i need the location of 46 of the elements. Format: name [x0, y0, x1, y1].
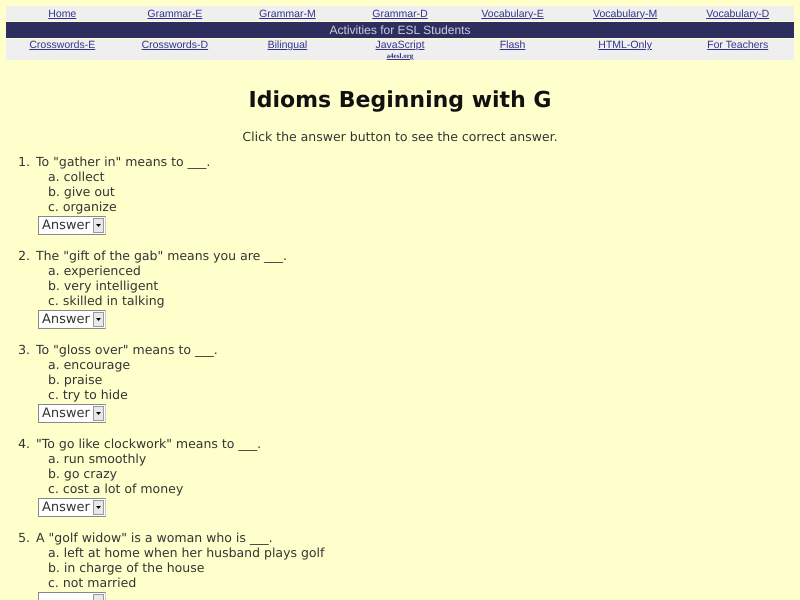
nav-link[interactable]: Flash [500, 39, 526, 51]
answer-dropdown[interactable]: Answer [38, 498, 106, 517]
answer-option: c. cost a lot of money [48, 481, 184, 496]
question-number: 2. [17, 248, 31, 265]
answer-option: a. left at home when her husband plays golf [48, 545, 324, 560]
answer-option: b. go crazy [48, 466, 118, 481]
nav-link[interactable]: Grammar-M [259, 8, 316, 20]
question-number: 3. [17, 342, 31, 359]
nav-link[interactable]: Grammar-D [372, 8, 428, 20]
answer-dropdown[interactable]: Answer [38, 310, 106, 329]
answer-dropdown[interactable]: Answer [38, 216, 106, 235]
answer-option: a. encourage [48, 357, 130, 372]
answer-option: b. in charge of the house [48, 560, 204, 575]
nav-link[interactable]: Home [48, 8, 76, 20]
question-number: 1. [17, 154, 31, 171]
question-text: The "gift of the gab" means you are ___. [36, 248, 287, 263]
nav-link[interactable]: Grammar-E [147, 8, 202, 20]
answer-option: c. not married [48, 575, 136, 590]
answer-option: b. very intelligent [48, 278, 158, 293]
page-title: Idioms Beginning with G [248, 88, 552, 113]
nav-link[interactable]: Vocabulary-E [481, 8, 544, 20]
answer-option: a. experienced [48, 263, 141, 278]
nav-link[interactable]: Crosswords-D [142, 39, 208, 51]
nav-link[interactable]: JavaScript [375, 39, 424, 51]
question-text: "To go like clockwork" means to ___. [36, 436, 262, 451]
answer-option: a. collect [48, 169, 105, 184]
nav-link[interactable]: Bilingual [268, 39, 308, 51]
question-number: 4. [17, 436, 31, 453]
answer-option: c. skilled in talking [48, 293, 165, 308]
instruction-text: Click the answer button to see the correct answer. [241, 129, 559, 144]
answer-option: b. praise [48, 372, 102, 387]
answer-option: c. organize [48, 199, 117, 214]
banner: Activities for ESL Students [6, 22, 794, 38]
answer-option: a. run smoothly [48, 451, 146, 466]
answer-dropdown[interactable]: Answer [38, 404, 106, 423]
answer-option: c. try to hide [48, 387, 128, 402]
answer-option: b. give out [48, 184, 115, 199]
question-text: To "gather in" means to ___. [36, 154, 210, 169]
question-text: A "golf widow" is a woman who is ___. [36, 530, 273, 545]
nav-link[interactable]: Vocabulary-M [593, 8, 658, 20]
nav-link[interactable]: For Teachers [707, 39, 768, 51]
question-text: To "gloss over" means to ___. [36, 342, 218, 357]
question-number: 5. [17, 530, 31, 547]
nav-link[interactable]: Crosswords-E [29, 39, 96, 51]
nav-link[interactable]: Vocabulary-D [706, 8, 770, 20]
nav-link[interactable]: HTML-Only [598, 39, 652, 51]
